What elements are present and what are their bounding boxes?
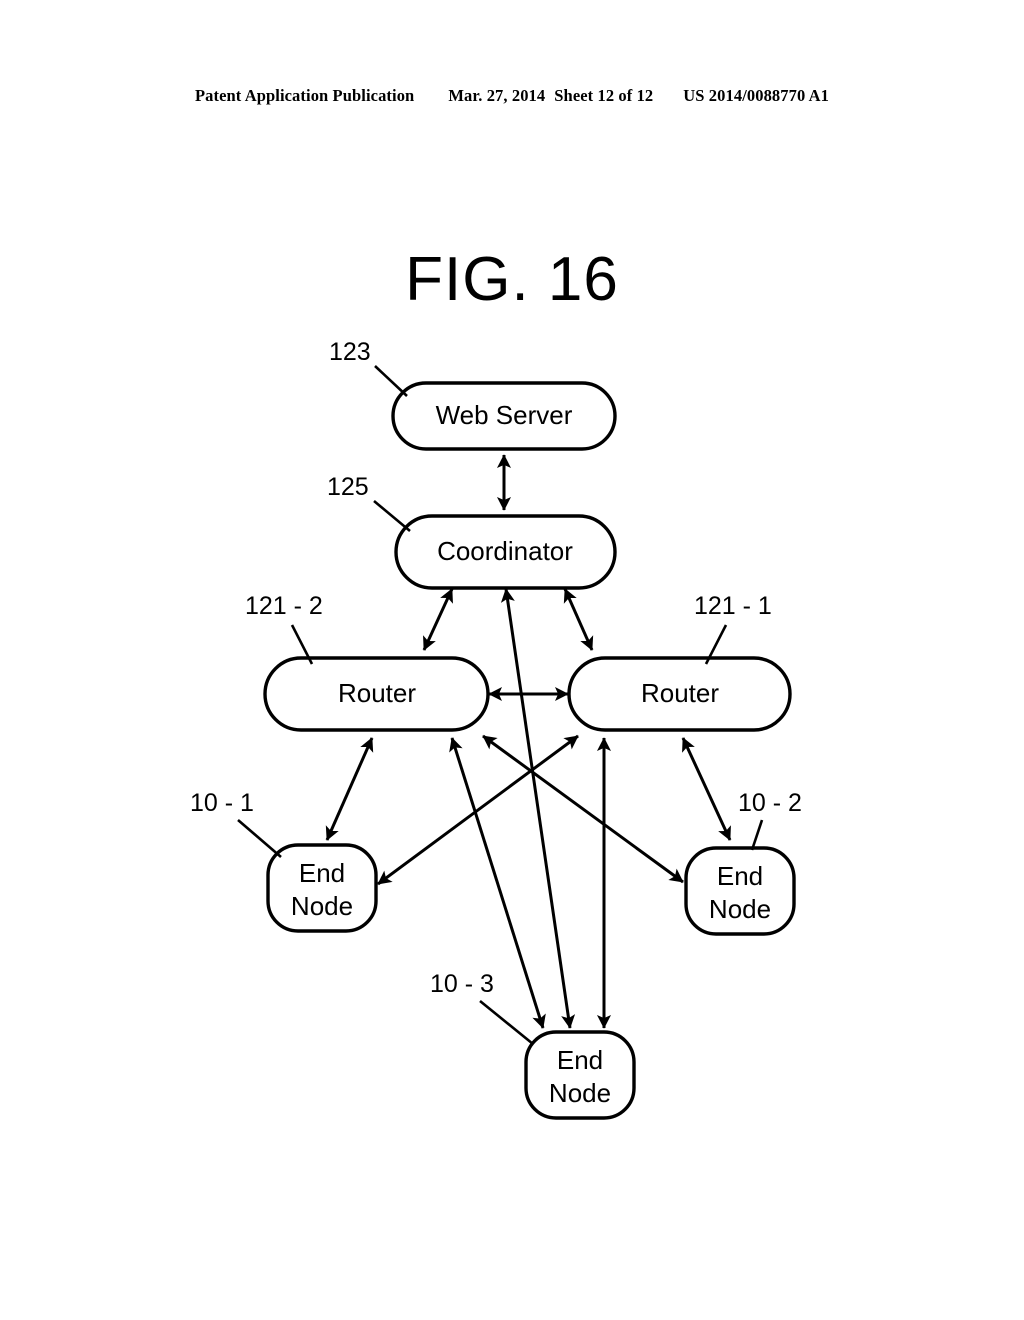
node-coordinator[interactable]: Coordinator [394,514,617,590]
node-router-left[interactable]: Router [263,656,490,732]
node-router-right[interactable]: Router [567,656,792,732]
patent-page: Patent Application Publication Mar. 27, … [0,0,1024,1320]
node-end-node-3[interactable]: End Node [524,1030,636,1120]
reference-123: 123 [329,338,408,397]
reference-125-label: 125 [327,473,369,501]
reference-123-leader [374,365,408,397]
link-coordinator-router-left [422,588,454,651]
figure-16-diagram: FIG. 16 Web Server Coordinator Router Ro… [0,0,1024,1320]
end-node-2-label-line2: Node [709,894,771,924]
end-node-1-label-line1: End [299,858,345,888]
link-router-left-end-node-2 [482,734,684,884]
reference-10-2: 10 - 2 [738,789,802,851]
reference-10-2-label: 10 - 2 [738,789,802,817]
reference-10-3: 10 - 3 [430,970,534,1046]
end-node-1-label-line2: Node [291,891,353,921]
figure-title: FIG. 16 [405,245,619,314]
reference-121-2-label: 121 - 2 [245,592,323,620]
router-right-label: Router [641,678,719,708]
node-end-node-1[interactable]: End Node [266,843,378,933]
reference-10-1-leader [237,819,282,858]
reference-121-1: 121 - 1 [694,592,772,665]
node-web-server[interactable]: Web Server [391,381,617,451]
reference-10-3-leader [479,999,534,1046]
reference-10-1-label: 10 - 1 [190,789,254,817]
web-server-label: Web Server [436,400,573,430]
link-router-right-end-node-1 [377,734,579,886]
link-router-right-end-node-2 [681,737,732,841]
reference-10-3-label: 10 - 3 [430,970,494,998]
reference-10-2-leader [750,819,764,851]
reference-125: 125 [327,473,411,532]
node-end-node-2[interactable]: End Node [684,846,796,936]
reference-121-2: 121 - 2 [245,592,323,665]
reference-121-1-label: 121 - 1 [694,592,772,620]
router-left-label: Router [338,678,416,708]
link-router-left-end-node-1 [325,737,374,841]
reference-125-leader [373,500,411,532]
reference-10-1: 10 - 1 [190,789,282,858]
end-node-2-label-line1: End [717,861,763,891]
reference-123-label: 123 [329,338,371,366]
coordinator-label: Coordinator [437,536,573,566]
end-node-3-label-line2: Node [549,1078,611,1108]
end-node-3-label-line1: End [557,1045,603,1075]
link-coordinator-end-node-3 [500,588,576,1029]
link-coordinator-router-right [563,588,594,651]
